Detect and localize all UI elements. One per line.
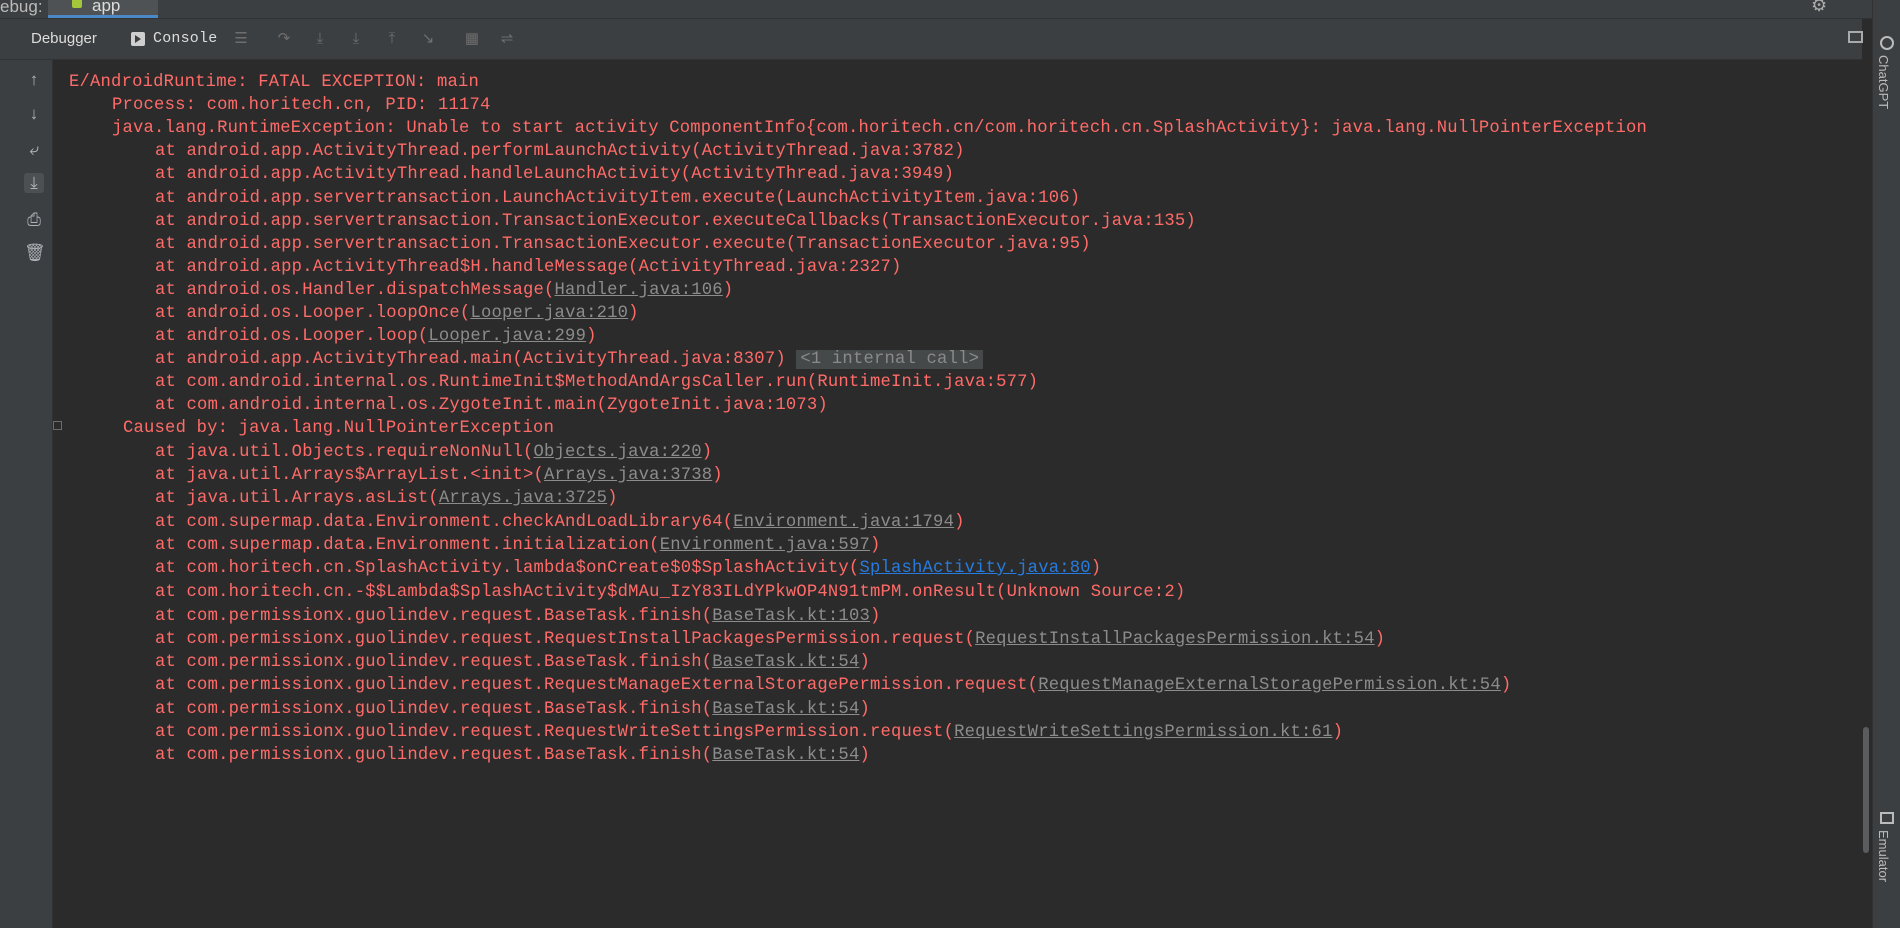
stack-frame: at com.horitech.cn.-$$Lambda$SplashActiv… [155, 583, 1186, 602]
evaluate-icon[interactable]: ▦ [463, 30, 481, 48]
source-link[interactable]: Handler.java:106 [555, 281, 723, 300]
source-link[interactable]: RequestManageExternalStoragePermission.k… [1038, 676, 1501, 695]
log-line: Process: com.horitech.cn, PID: 11174 [112, 96, 491, 115]
stack-frame: at android.os.Looper.loop(Looper.java:29… [155, 327, 597, 346]
stack-frame: at java.util.Arrays.asList(Arrays.java:3… [155, 489, 618, 508]
step-out-icon[interactable]: ⤒ [383, 30, 401, 48]
internal-call-fold[interactable]: <1 internal call> [796, 350, 984, 369]
stack-frame: at android.app.ActivityThread.main(Activ… [155, 348, 984, 372]
source-link[interactable]: Objects.java:220 [534, 443, 702, 462]
stack-frame: at com.supermap.data.Environment.initial… [155, 536, 881, 555]
vertical-scrollbar[interactable] [1863, 727, 1869, 853]
source-link[interactable]: Environment.java:1794 [733, 513, 954, 532]
up-arrow-icon[interactable]: ↑ [24, 70, 44, 90]
run-to-cursor-icon[interactable]: ↘ [419, 30, 437, 48]
soft-wrap-icon[interactable]: ⤶ [24, 140, 44, 160]
right-tool-strip: ChatGPT Emulator [1872, 0, 1900, 928]
stack-frame: at com.permissionx.guolindev.request.Req… [155, 723, 1344, 742]
step-into-icon[interactable]: ⤓ [311, 30, 329, 48]
caused-by-line: Caused by: java.lang.NullPointerExceptio… [123, 419, 555, 438]
stack-frame: at android.app.ActivityThread.handleLaun… [155, 165, 955, 184]
console-output: E/AndroidRuntime: FATAL EXCEPTION: main … [53, 60, 1860, 928]
stack-frame: at android.app.ActivityThread.performLau… [155, 142, 965, 161]
stack-frame: at com.android.internal.os.RuntimeInit$M… [155, 373, 1039, 392]
stack-frame: at com.permissionx.guolindev.request.Bas… [155, 746, 870, 765]
stack-frame: at android.app.servertransaction.Transac… [155, 235, 1091, 254]
source-link[interactable]: Looper.java:299 [428, 327, 586, 346]
source-link[interactable]: BaseTask.kt:54 [712, 746, 859, 765]
debug-toolbar: Debugger Console ☰ ↷ ⤓ ⤓ ⤒ ↘ ▦ ⇌ [0, 19, 1863, 60]
trash-icon[interactable]: 🗑 [24, 243, 46, 263]
tab-app-label: app [92, 0, 121, 15]
source-link[interactable]: Environment.java:597 [660, 536, 870, 555]
emulator-tool-button[interactable]: Emulator [1876, 830, 1891, 882]
source-link[interactable]: RequestWriteSettingsPermission.kt:61 [954, 723, 1333, 742]
debug-tab-strip: ebug: app ⚙ [0, 0, 1900, 19]
android-app-icon [72, 0, 82, 8]
stack-frame: at com.permissionx.guolindev.request.Req… [155, 630, 1386, 649]
tab-debugger[interactable]: Debugger [31, 29, 97, 49]
source-link[interactable]: RequestInstallPackagesPermission.kt:54 [975, 630, 1375, 649]
stack-frame: at android.os.Looper.loopOnce(Looper.jav… [155, 304, 639, 323]
stack-frame: at com.permissionx.guolindev.request.Bas… [155, 653, 870, 672]
source-link[interactable]: BaseTask.kt:54 [712, 653, 859, 672]
stack-frame: at com.permissionx.guolindev.request.Req… [155, 676, 1512, 695]
source-link[interactable]: BaseTask.kt:54 [712, 700, 859, 719]
menu-icon[interactable]: ☰ [232, 30, 250, 48]
print-icon[interactable]: ⎙ [24, 210, 44, 230]
stack-frame: at android.app.servertransaction.LaunchA… [155, 189, 1081, 208]
stack-frame: at android.os.Handler.dispatchMessage(Ha… [155, 281, 734, 300]
chatgpt-icon [1880, 36, 1894, 50]
stack-frame: at java.util.Arrays$ArrayList.<init>(Arr… [155, 466, 723, 485]
stack-frame: at java.util.Objects.requireNonNull(Obje… [155, 443, 713, 462]
trace-icon[interactable]: ⇌ [498, 30, 516, 48]
console-actions: ↑ ↓ ⤶ ⤓ ⎙ 🗑 [16, 60, 53, 928]
stack-frame: at com.permissionx.guolindev.request.Bas… [155, 700, 870, 719]
tab-console-label: Console [153, 30, 218, 47]
console-icon [131, 32, 145, 46]
log-line: java.lang.RuntimeException: Unable to st… [112, 119, 1648, 138]
layout-icon[interactable] [1848, 31, 1863, 43]
stack-frame: at com.supermap.data.Environment.checkAn… [155, 513, 965, 532]
source-link[interactable]: Looper.java:210 [470, 304, 628, 323]
expand-fold-icon[interactable] [53, 421, 62, 430]
down-arrow-icon[interactable]: ↓ [24, 104, 44, 124]
scroll-to-end-icon[interactable]: ⤓ [24, 173, 44, 193]
tab-app[interactable]: app [48, 0, 158, 18]
step-over-icon[interactable]: ↷ [275, 30, 293, 48]
source-link[interactable]: SplashActivity.java:80 [859, 559, 1090, 578]
stack-frame: at com.android.internal.os.ZygoteInit.ma… [155, 396, 828, 415]
debug-label: ebug: [0, 0, 43, 16]
left-gutter [0, 60, 16, 928]
source-link[interactable]: Arrays.java:3725 [439, 489, 607, 508]
stack-frame: at android.app.servertransaction.Transac… [155, 212, 1196, 231]
gear-icon[interactable]: ⚙ [1811, 0, 1827, 16]
source-link[interactable]: BaseTask.kt:103 [712, 607, 870, 626]
stack-frame: at com.horitech.cn.SplashActivity.lambda… [155, 559, 1102, 578]
force-step-into-icon[interactable]: ⤓ [347, 30, 365, 48]
chatgpt-tool-button[interactable]: ChatGPT [1876, 55, 1891, 109]
stack-frame: at android.app.ActivityThread$H.handleMe… [155, 258, 902, 277]
emulator-icon [1880, 812, 1894, 824]
log-line: E/AndroidRuntime: FATAL EXCEPTION: main [69, 73, 480, 92]
stack-frame: at com.permissionx.guolindev.request.Bas… [155, 607, 881, 626]
source-link[interactable]: Arrays.java:3738 [544, 466, 712, 485]
